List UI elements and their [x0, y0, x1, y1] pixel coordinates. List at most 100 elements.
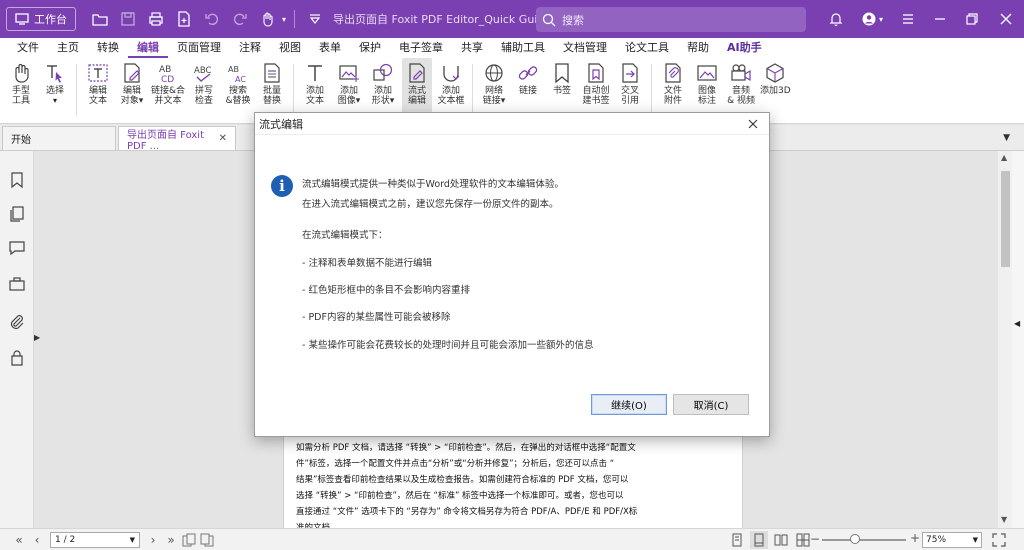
- bookmark-panel-icon[interactable]: [8, 171, 26, 189]
- single-page-view-icon[interactable]: [728, 531, 746, 549]
- last-page-icon[interactable]: »: [162, 531, 180, 549]
- tab-protect[interactable]: 保护: [350, 38, 390, 58]
- next-view-icon[interactable]: [198, 531, 216, 549]
- add-3d-button[interactable]: 添加3D: [760, 58, 791, 118]
- auto-bookmark-icon: [588, 63, 604, 83]
- tab-accessibility[interactable]: 辅助工具: [492, 38, 554, 58]
- search-input[interactable]: 搜索: [536, 7, 806, 32]
- auto-bookmark-button[interactable]: 自动创 建书签: [581, 58, 611, 118]
- tab-start[interactable]: 开始: [2, 126, 116, 150]
- search-placeholder: 搜索: [562, 13, 584, 27]
- select-button[interactable]: 选择 ▾: [40, 58, 70, 118]
- vertical-scrollbar[interactable]: ▲ ▼: [998, 151, 1012, 528]
- web-link-button[interactable]: 网络 链接▾: [479, 58, 509, 118]
- tab-help[interactable]: 帮助: [678, 38, 718, 58]
- collapse-right-panel-icon[interactable]: ◀: [1014, 319, 1020, 328]
- zoom-out-icon[interactable]: −: [810, 532, 820, 546]
- tab-esign[interactable]: 电子签章: [390, 38, 452, 58]
- menu-icon[interactable]: [892, 7, 924, 31]
- dialog-bullet: - 红色矩形框中的条目不会影响内容重排: [302, 285, 470, 296]
- edit-object-button[interactable]: 编辑 对象▾: [117, 58, 147, 118]
- first-page-icon[interactable]: «: [10, 531, 28, 549]
- add-image-button[interactable]: 添加 图像▾: [334, 58, 364, 118]
- spell-check-button[interactable]: ABC 拼写 检查: [189, 58, 219, 118]
- hand-tool-icon[interactable]: [256, 7, 280, 31]
- new-document-icon[interactable]: [172, 7, 196, 31]
- tab-document[interactable]: 导出页面自 Foxit PDF ... ✕: [118, 126, 236, 152]
- dialog-close-icon[interactable]: [745, 116, 761, 132]
- minimize-icon[interactable]: [924, 7, 956, 31]
- tab-share[interactable]: 共享: [452, 38, 492, 58]
- continuous-view-icon[interactable]: [750, 531, 768, 549]
- add-textbox-button[interactable]: 添加 文本框: [436, 58, 466, 118]
- tab-ai-assistant[interactable]: AI助手: [718, 38, 771, 58]
- continue-button[interactable]: 继续(O): [591, 394, 667, 415]
- cross-reference-button[interactable]: 交叉 引用: [615, 58, 645, 118]
- tab-comment[interactable]: 注释: [230, 38, 270, 58]
- page-text-line: 如需分析 PDF 文档，请选择 “转换” > “印前检查”。然后，在弹出的对话框…: [296, 443, 636, 453]
- account-icon[interactable]: ▾: [852, 7, 892, 31]
- redo-icon[interactable]: [228, 7, 252, 31]
- add-text-button[interactable]: 添加 文本: [300, 58, 330, 118]
- fit-page-icon[interactable]: [990, 531, 1008, 549]
- bookmark-button[interactable]: 书签: [547, 58, 577, 118]
- image-annotation-button[interactable]: 图像 标注: [692, 58, 722, 118]
- tab-home[interactable]: 主页: [48, 38, 88, 58]
- edit-text-button[interactable]: 编辑 文本: [83, 58, 113, 118]
- right-panel: ◀: [1012, 151, 1024, 528]
- next-page-icon[interactable]: ›: [144, 531, 162, 549]
- hand-dropdown-icon[interactable]: ▾: [282, 15, 286, 24]
- tab-convert[interactable]: 转换: [88, 38, 128, 58]
- page-dropdown-icon[interactable]: ▼: [130, 536, 135, 544]
- close-window-icon[interactable]: [988, 7, 1024, 31]
- page-number-input[interactable]: 1 / 2 ▼: [50, 531, 140, 548]
- search-replace-button[interactable]: AB AC 搜索 &替换: [223, 58, 253, 118]
- hand-tool-button[interactable]: 手型 工具: [6, 58, 36, 118]
- scroll-up-icon[interactable]: ▲: [1001, 153, 1007, 162]
- facing-view-icon[interactable]: [772, 531, 790, 549]
- save-icon[interactable]: [116, 7, 140, 31]
- zoom-in-icon[interactable]: +: [910, 531, 920, 545]
- zoom-dropdown-icon[interactable]: ▼: [973, 536, 978, 544]
- add-textbox-label: 添加 文本框: [437, 86, 465, 106]
- link-merge-text-button[interactable]: AB CD 链接&合 并文本: [151, 58, 185, 118]
- ribbon-separator: [293, 64, 295, 116]
- zoom-slider-knob[interactable]: [850, 534, 860, 544]
- zoom-level-select[interactable]: 75% ▼: [922, 532, 982, 548]
- notification-bell-icon[interactable]: [820, 7, 852, 31]
- tab-organize[interactable]: 页面管理: [168, 38, 230, 58]
- batch-replace-button[interactable]: 批量 替换: [257, 58, 287, 118]
- link-button[interactable]: 链接: [513, 58, 543, 118]
- restore-icon[interactable]: [956, 7, 988, 31]
- file-attachment-button[interactable]: 文件 附件: [658, 58, 688, 118]
- zoom-slider[interactable]: [822, 534, 906, 544]
- comments-panel-icon[interactable]: [8, 239, 26, 257]
- expand-panel-icon[interactable]: ▶: [34, 333, 40, 342]
- attachments-panel-icon[interactable]: [8, 313, 26, 331]
- cancel-button[interactable]: 取消(C): [673, 394, 749, 415]
- scrollbar-thumb[interactable]: [1001, 171, 1010, 267]
- security-panel-icon[interactable]: [8, 349, 26, 367]
- tab-form[interactable]: 表单: [310, 38, 350, 58]
- add-shape-button[interactable]: 添加 形状▾: [368, 58, 398, 118]
- tab-view[interactable]: 视图: [270, 38, 310, 58]
- previous-view-icon[interactable]: [180, 531, 198, 549]
- audio-video-button[interactable]: 音频 & 视频: [726, 58, 756, 118]
- undo-icon[interactable]: [200, 7, 224, 31]
- pages-panel-icon[interactable]: [8, 205, 26, 223]
- close-tab-icon[interactable]: ✕: [219, 133, 227, 144]
- tabs-dropdown-icon[interactable]: ▼: [1003, 133, 1010, 143]
- flow-edit-button[interactable]: 流式 编辑: [402, 58, 433, 118]
- customize-dropdown-icon[interactable]: [303, 7, 327, 31]
- document-title: 导出页面自 Foxit PDF Editor_Quick Guide.pdf: [333, 13, 554, 26]
- home-button[interactable]: 工作台: [6, 7, 76, 31]
- toolbox-panel-icon[interactable]: [8, 275, 26, 293]
- print-icon[interactable]: [144, 7, 168, 31]
- tab-paper-tools[interactable]: 论文工具: [616, 38, 678, 58]
- open-folder-icon[interactable]: [88, 7, 112, 31]
- tab-document-management[interactable]: 文档管理: [554, 38, 616, 58]
- previous-page-icon[interactable]: ‹: [28, 531, 46, 549]
- tab-file[interactable]: 文件: [8, 38, 48, 58]
- tab-edit[interactable]: 编辑: [128, 38, 168, 58]
- scroll-down-icon[interactable]: ▼: [1001, 515, 1007, 524]
